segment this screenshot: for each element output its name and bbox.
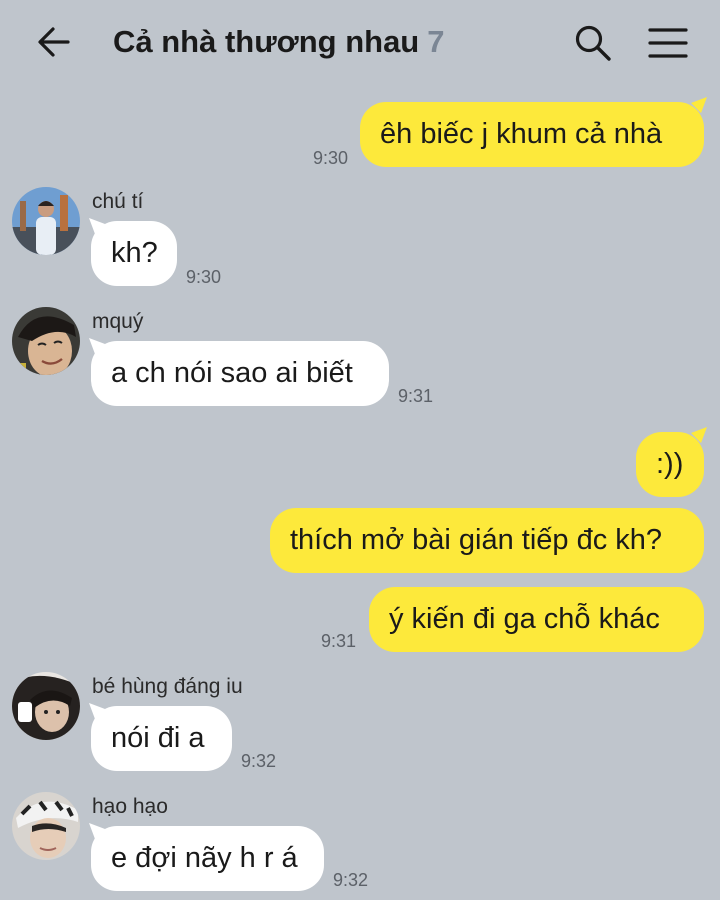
message-time: 9:31 (321, 631, 357, 651)
avatar[interactable] (12, 792, 80, 860)
bubble-tail (691, 97, 707, 113)
message-bubble[interactable]: a ch nói sao ai biết (91, 341, 389, 406)
message-bubble[interactable]: kh? (91, 221, 177, 286)
message-time: 9:32 (241, 751, 277, 771)
message-time: 9:30 (313, 148, 349, 168)
message-bubble[interactable]: e đợi nãy h r á (91, 826, 324, 891)
message-time: 9:30 (186, 267, 222, 287)
message-time: 9:32 (333, 870, 369, 890)
bubble-tail (691, 427, 707, 443)
message-bubble[interactable]: êh biếc j khum cả nhà (360, 102, 704, 167)
arrow-left-icon[interactable] (34, 22, 74, 62)
chat-header: Cả nhà thương nhau 7 (0, 0, 720, 86)
avatar[interactable] (12, 307, 80, 375)
sender-name: mquý (92, 310, 144, 333)
avatar[interactable] (12, 187, 80, 255)
message-bubble[interactable]: nói đi a (91, 706, 232, 771)
sender-name: bé hùng đáng iu (92, 675, 243, 698)
message-bubble[interactable]: thích mở bài gián tiếp đc kh? (270, 508, 704, 573)
sender-name: hạo hạo (92, 795, 168, 818)
sender-name: chú tí (92, 190, 144, 213)
member-count: 7 (427, 24, 445, 59)
hamburger-menu-icon[interactable] (648, 26, 688, 60)
message-bubble[interactable]: ý kiến đi ga chỗ khác (369, 587, 704, 652)
search-icon[interactable] (574, 24, 612, 62)
message-time: 9:31 (398, 386, 434, 406)
chat-name: Cả nhà thương nhau (113, 24, 420, 59)
avatar[interactable] (12, 672, 80, 740)
chat-title: Cả nhà thương nhau 7 (113, 24, 445, 60)
